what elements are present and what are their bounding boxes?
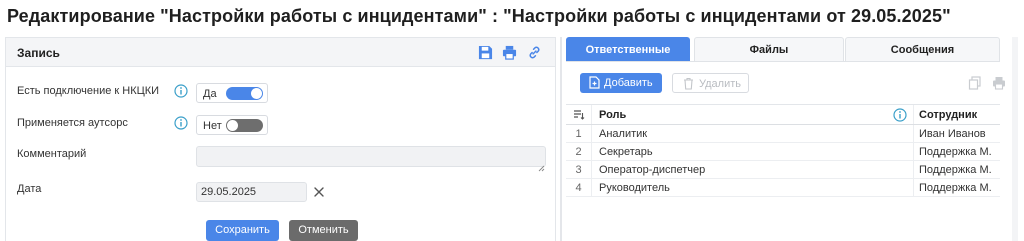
save-icon[interactable] (478, 45, 493, 60)
trash-icon (682, 77, 695, 90)
nkcki-toggle-value: Да (203, 88, 217, 100)
tab-responsible[interactable]: Ответственные (566, 37, 690, 61)
info-icon[interactable] (174, 84, 188, 98)
info-icon[interactable] (174, 116, 188, 130)
page-title: Редактирование "Настройки работы с инцид… (7, 6, 951, 26)
save-button[interactable]: Сохранить (206, 220, 279, 241)
table-row[interactable]: 4 Руководитель Поддержка М. (566, 179, 1000, 197)
add-file-icon (588, 76, 601, 89)
resize-grip-icon[interactable] (538, 159, 545, 172)
row-number: 2 (566, 143, 592, 160)
record-panel: Запись Есть подключение к НКЦКИ Да Приме… (5, 37, 556, 241)
comment-label: Комментарий (17, 148, 87, 160)
info-icon[interactable] (893, 108, 907, 122)
comment-field[interactable] (196, 146, 546, 167)
row-number: 4 (566, 179, 592, 196)
cancel-button[interactable]: Отменить (289, 220, 358, 241)
role-cell: Секретарь (593, 143, 914, 160)
add-button[interactable]: Добавить (580, 73, 662, 93)
table-row[interactable]: 1 Аналитик Иван Иванов (566, 125, 1000, 143)
print-icon[interactable] (988, 73, 1010, 95)
toggle-track (226, 119, 263, 132)
nkcki-label: Есть подключение к НКЦКИ (17, 85, 160, 97)
column-header-employee[interactable]: Сотрудник (915, 105, 1000, 124)
role-cell: Руководитель (593, 179, 914, 196)
row-number: 1 (566, 125, 592, 142)
employee-cell: Поддержка М. (919, 164, 992, 176)
table-row[interactable]: 2 Секретарь Поддержка М. (566, 143, 1000, 161)
column-header-role[interactable]: Роль (593, 105, 914, 124)
role-cell: Аналитик (593, 125, 914, 142)
toggle-knob (251, 88, 262, 99)
toggle-knob (227, 120, 238, 131)
scrollbar[interactable] (1012, 37, 1018, 241)
delete-button-label: Удалить (699, 78, 741, 90)
column-settings-icon[interactable] (566, 105, 592, 124)
date-label: Дата (17, 183, 42, 195)
column-header-role-label: Роль (599, 109, 627, 121)
copy-icon[interactable] (964, 73, 986, 95)
outsourcing-label: Применяется аутсорс (17, 117, 128, 129)
clear-date-icon[interactable] (312, 185, 326, 199)
print-icon[interactable] (502, 45, 517, 60)
outsourcing-toggle-value: Нет (203, 120, 222, 132)
outsourcing-toggle[interactable]: Нет (196, 115, 268, 135)
panel-divider[interactable] (560, 37, 562, 241)
employee-cell: Поддержка М. (919, 182, 992, 194)
tab-messages[interactable]: Сообщения (845, 37, 1000, 61)
date-field[interactable]: 29.05.2025 (196, 182, 307, 202)
tab-files[interactable]: Файлы (694, 37, 844, 61)
tab-bar: Ответственные Файлы Сообщения (566, 37, 1000, 62)
nkcki-toggle[interactable]: Да (196, 83, 268, 103)
row-number: 3 (566, 161, 592, 178)
link-icon[interactable] (527, 45, 542, 60)
role-cell: Оператор-диспетчер (593, 161, 914, 178)
responsible-table: Роль Сотрудник 1 Аналитик Иван Иванов 2 … (566, 104, 1000, 197)
delete-button[interactable]: Удалить (672, 73, 749, 93)
tab-underline (566, 61, 1000, 62)
employee-cell: Иван Иванов (919, 128, 986, 140)
record-panel-header: Запись (6, 38, 555, 67)
table-row[interactable]: 3 Оператор-диспетчер Поддержка М. (566, 161, 1000, 179)
add-button-label: Добавить (604, 77, 653, 89)
employee-cell: Поддержка М. (919, 146, 992, 158)
toggle-track (226, 87, 263, 100)
table-header: Роль Сотрудник (566, 105, 1000, 125)
record-panel-title: Запись (17, 46, 60, 60)
